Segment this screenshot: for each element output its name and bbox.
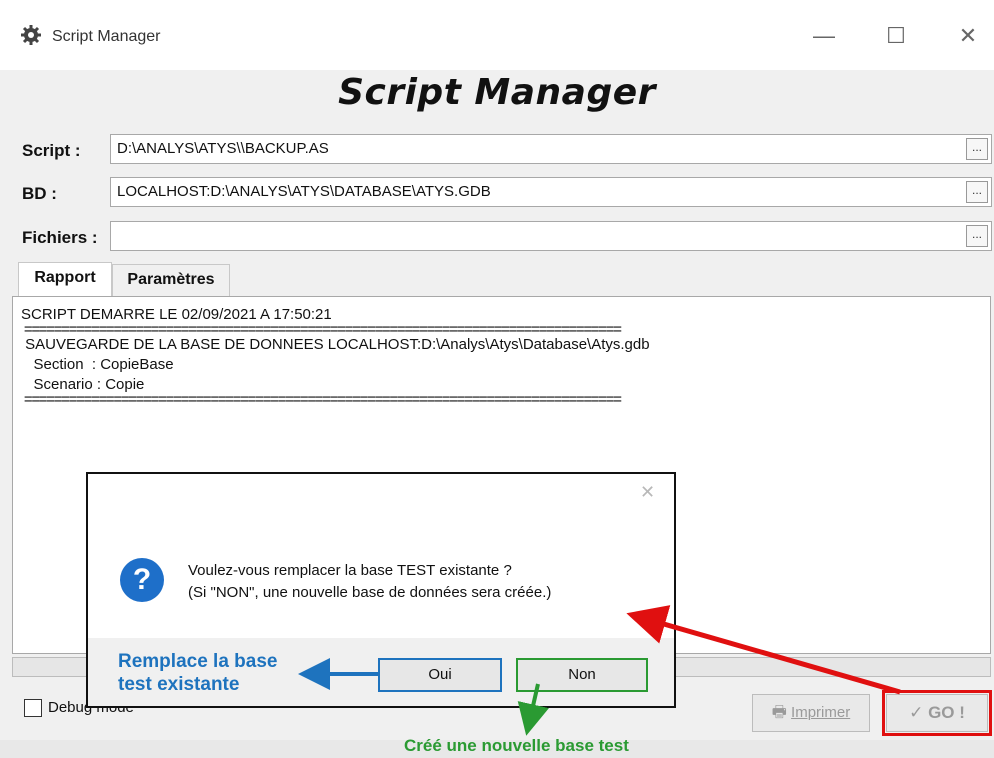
- green-arrow: [517, 683, 549, 736]
- annotation-arrows: [298, 605, 901, 736]
- red-arrow: [626, 605, 901, 695]
